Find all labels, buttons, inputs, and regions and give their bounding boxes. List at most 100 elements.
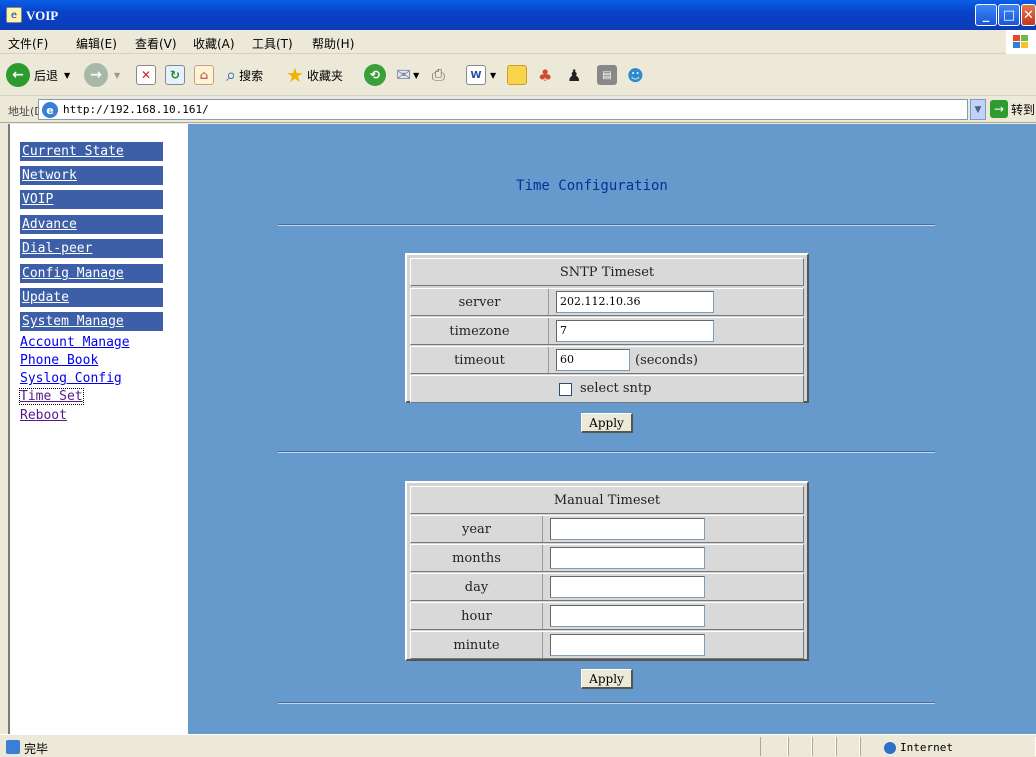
maximize-button[interactable]: □ <box>998 4 1020 26</box>
timeout-input[interactable]: 60 <box>556 349 630 371</box>
window-title: VOIP <box>26 8 59 23</box>
link-syslog-config[interactable]: Syslog Config <box>20 371 122 386</box>
nav-dial-peer[interactable]: Dial-peer <box>20 239 163 258</box>
manual-apply-button[interactable]: Apply <box>581 669 633 689</box>
select-sntp-label: select sntp <box>580 381 652 396</box>
history-button[interactable]: ⟲ <box>364 62 386 88</box>
table-row: server 202.112.10.36 <box>410 288 804 316</box>
word-icon: W <box>466 65 486 85</box>
timezone-input[interactable]: 7 <box>556 320 714 342</box>
address-dropdown-button[interactable]: ▼ <box>970 99 986 120</box>
nav-voip[interactable]: VOIP <box>20 190 163 209</box>
hour-label: hour <box>411 603 543 629</box>
favorites-button[interactable]: ★ 收藏夹 <box>286 62 343 88</box>
edit-button[interactable]: W ▼ <box>466 62 496 88</box>
months-label: months <box>411 545 543 571</box>
address-input[interactable]: e http://192.168.10.161/ <box>38 99 968 120</box>
folder-icon <box>507 65 527 85</box>
timezone-label: timezone <box>411 318 549 344</box>
link-time-set[interactable]: Time Set <box>19 388 84 405</box>
mail-button[interactable]: ✉ ▼ <box>396 62 419 88</box>
year-input[interactable] <box>550 518 705 540</box>
link-account-manage[interactable]: Account Manage <box>20 335 130 350</box>
status-bar: 完毕 Internet <box>0 734 1036 757</box>
year-label: year <box>411 516 543 542</box>
status-text: 完毕 <box>24 742 49 756</box>
search-button[interactable]: ⌕ 搜索 <box>226 62 263 88</box>
close-button[interactable]: ✕ <box>1021 4 1036 26</box>
messenger-button[interactable]: ♣ <box>538 62 552 88</box>
page-done-icon <box>6 740 20 754</box>
divider <box>278 702 935 704</box>
manual-table: Manual Timeset year months day hour minu… <box>405 481 809 661</box>
nav-config-manage[interactable]: Config Manage <box>20 264 163 283</box>
home-button[interactable]: ⌂ <box>194 62 214 88</box>
contacts-button[interactable]: ☻ <box>627 62 644 88</box>
divider <box>278 224 935 226</box>
hour-input[interactable] <box>550 605 705 627</box>
table-row: timezone 7 <box>410 317 804 345</box>
sntp-apply-button[interactable]: Apply <box>581 413 633 433</box>
link-phone-book[interactable]: Phone Book <box>20 353 98 368</box>
link-reboot[interactable]: Reboot <box>20 408 67 423</box>
penguin-icon: ♟ <box>567 65 582 85</box>
toolbar: ← 后退 ▼ → ▼ ✕ ↻ ⌂ ⌕ 搜索 ★ 收藏夹 ⟲ ✉ ▼ ⎙ W ▼ … <box>0 54 1036 96</box>
print-button[interactable]: ⎙ <box>432 62 445 88</box>
forward-button[interactable]: → ▼ <box>84 62 120 88</box>
manual-header: Manual Timeset <box>410 486 804 514</box>
months-input[interactable] <box>550 547 705 569</box>
nav-current-state[interactable]: Current State <box>20 142 163 161</box>
folder-button[interactable] <box>507 62 527 88</box>
address-url: http://192.168.10.161/ <box>63 103 209 116</box>
users-icon: ☻ <box>627 65 644 85</box>
qq-button[interactable]: ♟ <box>567 62 581 88</box>
minute-input[interactable] <box>550 634 705 656</box>
menu-favorites[interactable]: 收藏(A) <box>193 35 235 52</box>
table-row: months <box>410 544 804 572</box>
menu-file[interactable]: 文件(F) <box>8 35 48 52</box>
history-icon: ⟲ <box>364 64 386 86</box>
go-label: 转到 <box>1011 102 1036 117</box>
menu-edit[interactable]: 编辑(E) <box>76 35 117 52</box>
table-row: select sntp <box>410 375 804 403</box>
nav-system-manage[interactable]: System Manage <box>20 312 163 331</box>
minute-label: minute <box>411 632 543 658</box>
sntp-header: SNTP Timeset <box>410 258 804 286</box>
print-icon: ⎙ <box>432 65 445 84</box>
server-label: server <box>411 289 549 315</box>
refresh-button[interactable]: ↻ <box>165 62 185 88</box>
zone-label: Internet <box>900 741 953 754</box>
sidebar: Current State Network VOIP Advance Dial-… <box>8 124 188 734</box>
chevron-down-icon: ▼ <box>490 70 497 80</box>
back-arrow-icon: ← <box>6 63 30 87</box>
nav-advance[interactable]: Advance <box>20 215 163 234</box>
status-segment <box>788 737 812 756</box>
menu-bar: 文件(F) 编辑(E) 查看(V) 收藏(A) 工具(T) 帮助(H) <box>0 30 1036 54</box>
nav-update[interactable]: Update <box>20 288 163 307</box>
back-button[interactable]: ← 后退 ▼ <box>6 62 70 88</box>
menu-help[interactable]: 帮助(H) <box>312 35 354 52</box>
server-input[interactable]: 202.112.10.36 <box>556 291 714 313</box>
timeout-label: timeout <box>411 347 549 373</box>
go-arrow-icon: → <box>990 100 1008 118</box>
menu-tools[interactable]: 工具(T) <box>252 35 293 52</box>
globe-icon <box>884 741 896 754</box>
security-zone: Internet <box>884 741 953 754</box>
stop-button[interactable]: ✕ <box>136 62 156 88</box>
day-label: day <box>411 574 543 600</box>
select-sntp-checkbox[interactable] <box>559 383 572 396</box>
research-icon: ▤ <box>597 65 617 85</box>
search-label: 搜索 <box>239 68 264 83</box>
forward-arrow-icon: → <box>84 63 108 87</box>
day-input[interactable] <box>550 576 705 598</box>
table-row: timeout 60 (seconds) <box>410 346 804 374</box>
go-button[interactable]: → 转到 <box>990 100 1035 118</box>
minimize-button[interactable]: _ <box>975 4 997 26</box>
nav-network[interactable]: Network <box>20 166 163 185</box>
chevron-down-icon: ▼ <box>64 70 71 80</box>
menu-view[interactable]: 查看(V) <box>135 35 177 52</box>
sntp-table: SNTP Timeset server 202.112.10.36 timezo… <box>405 253 809 403</box>
chevron-down-icon: ▼ <box>413 70 420 80</box>
back-label: 后退 <box>34 68 59 83</box>
research-button[interactable]: ▤ <box>597 62 617 88</box>
